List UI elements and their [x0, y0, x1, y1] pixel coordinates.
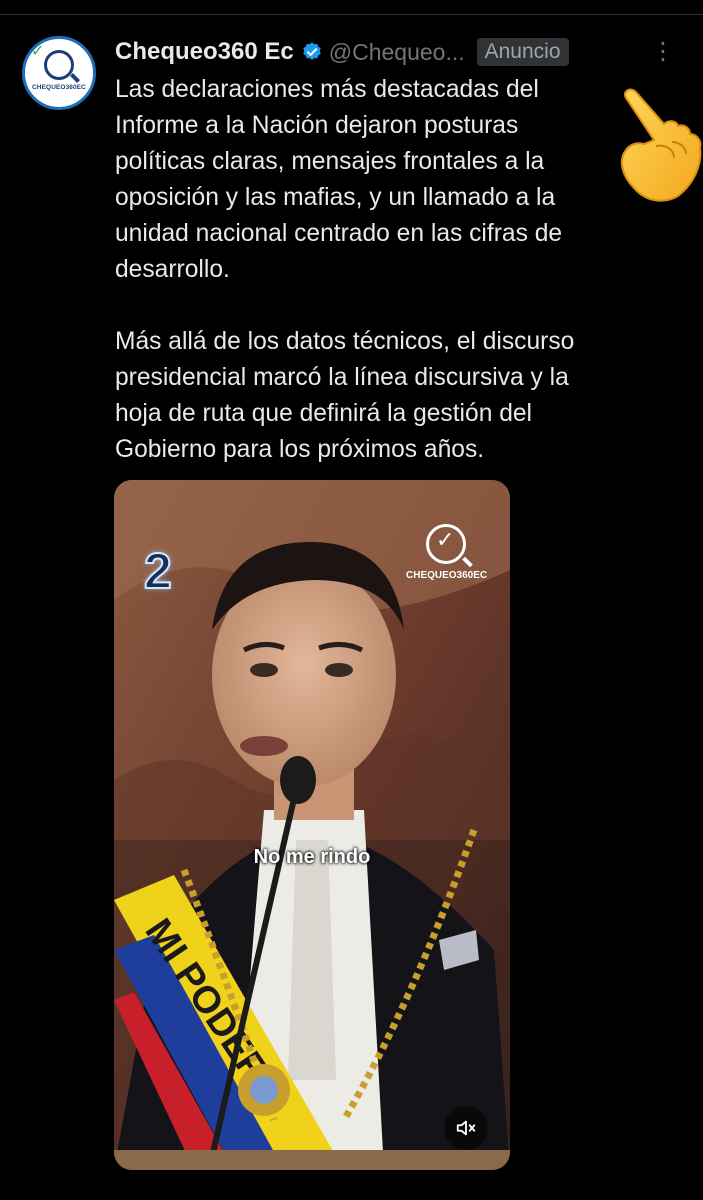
- watermark-magnifier-icon: [426, 524, 466, 564]
- video-caption: No me rindo: [253, 846, 371, 868]
- avatar-check-icon: ✓: [31, 43, 45, 60]
- video-player[interactable]: MI PODER 2 CHEQUEO360EC No me rindo: [114, 480, 510, 1170]
- avatar-brand-text: CHEQUEO360EC: [32, 83, 86, 91]
- video-frame: MI PODER: [114, 480, 510, 1170]
- ad-label: Anuncio: [476, 38, 569, 66]
- author-avatar[interactable]: ✓ CHEQUEO360EC: [22, 36, 96, 110]
- more-options-icon[interactable]: ⋮: [643, 40, 683, 64]
- backhand-index-pointing-right-emoji: [612, 84, 703, 204]
- post-text: Las declaraciones más destacadas del Inf…: [115, 76, 575, 463]
- author-handle[interactable]: @Chequeo...: [329, 39, 465, 66]
- author-name[interactable]: Chequeo360 Ec: [115, 38, 294, 66]
- muted-speaker-icon[interactable]: [444, 1106, 488, 1150]
- watermark-text: CHEQUEO360EC: [406, 570, 488, 581]
- verified-badge-icon[interactable]: [301, 41, 323, 63]
- post-header: Chequeo360 Ec @Chequeo... Anuncio ⋮: [115, 32, 683, 72]
- avatar-magnifier-icon: [44, 49, 74, 80]
- video-watermark: CHEQUEO360EC: [406, 524, 488, 581]
- top-divider: [0, 14, 703, 15]
- video-number-badge: 2: [143, 542, 173, 600]
